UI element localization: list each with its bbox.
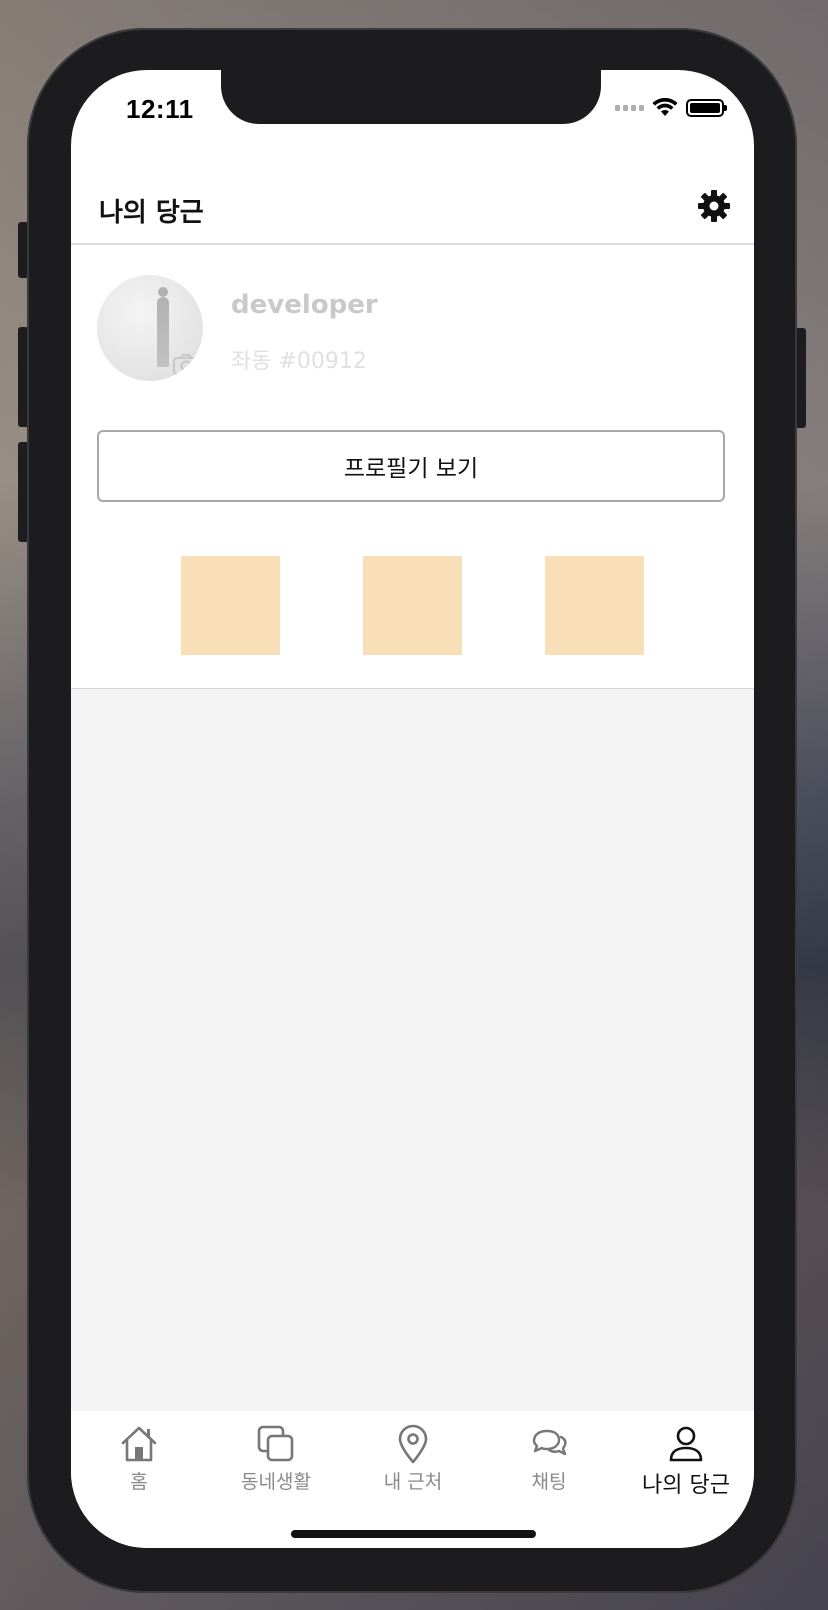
location-label: 좌동 #00912 bbox=[231, 349, 367, 374]
username: developer bbox=[231, 290, 378, 320]
tab-nearby-label: 내 근처 bbox=[383, 1471, 443, 1493]
tab-nearby[interactable]: 내 근처 bbox=[348, 1423, 478, 1503]
avatar-photo-figure bbox=[157, 287, 169, 367]
profile-section: developer 좌동 #00912 프로필기 보기 bbox=[71, 245, 754, 690]
tab-my-carrot[interactable]: 나의 당근 bbox=[621, 1423, 751, 1503]
app-header: 나의 당근 bbox=[71, 170, 754, 245]
cellular-signal-icon bbox=[615, 105, 644, 111]
home-indicator[interactable] bbox=[291, 1530, 536, 1538]
community-icon bbox=[257, 1425, 294, 1462]
avatar[interactable] bbox=[97, 275, 203, 381]
camera-icon[interactable] bbox=[173, 353, 199, 375]
tab-chat[interactable]: 채팅 bbox=[484, 1423, 614, 1503]
quick-menu-tile-1[interactable] bbox=[181, 556, 280, 655]
tab-chat-label: 채팅 bbox=[531, 1471, 567, 1493]
user-icon bbox=[669, 1426, 703, 1462]
gear-icon[interactable] bbox=[696, 188, 732, 224]
tab-community[interactable]: 동네생활 bbox=[211, 1423, 341, 1503]
app-screen: 12:11 나의 당근 developer 좌동 #00912 프로필기 보기 … bbox=[71, 70, 754, 1548]
view-profile-button[interactable]: 프로필기 보기 bbox=[97, 430, 725, 502]
quick-menu-tiles bbox=[71, 556, 754, 655]
tab-my-carrot-label: 나의 당근 bbox=[642, 1473, 730, 1498]
tab-home-label: 홈 bbox=[130, 1471, 148, 1493]
location-pin-icon bbox=[398, 1424, 428, 1464]
status-icons bbox=[615, 98, 727, 118]
page-title: 나의 당근 bbox=[99, 198, 204, 228]
battery-icon bbox=[686, 99, 727, 117]
home-icon bbox=[121, 1426, 157, 1462]
notch bbox=[221, 70, 601, 124]
content-area bbox=[71, 689, 754, 1411]
bottom-tab-bar: 홈 동네생활 내 근처 채팅 나의 당근 bbox=[71, 1411, 754, 1548]
quick-menu-tile-3[interactable] bbox=[545, 556, 644, 655]
status-time: 12:11 bbox=[126, 94, 194, 124]
tab-community-label: 동네생활 bbox=[241, 1471, 311, 1493]
wifi-icon bbox=[652, 98, 678, 116]
quick-menu-tile-2[interactable] bbox=[363, 556, 462, 655]
chat-icon bbox=[532, 1429, 567, 1456]
tab-home[interactable]: 홈 bbox=[74, 1423, 204, 1503]
